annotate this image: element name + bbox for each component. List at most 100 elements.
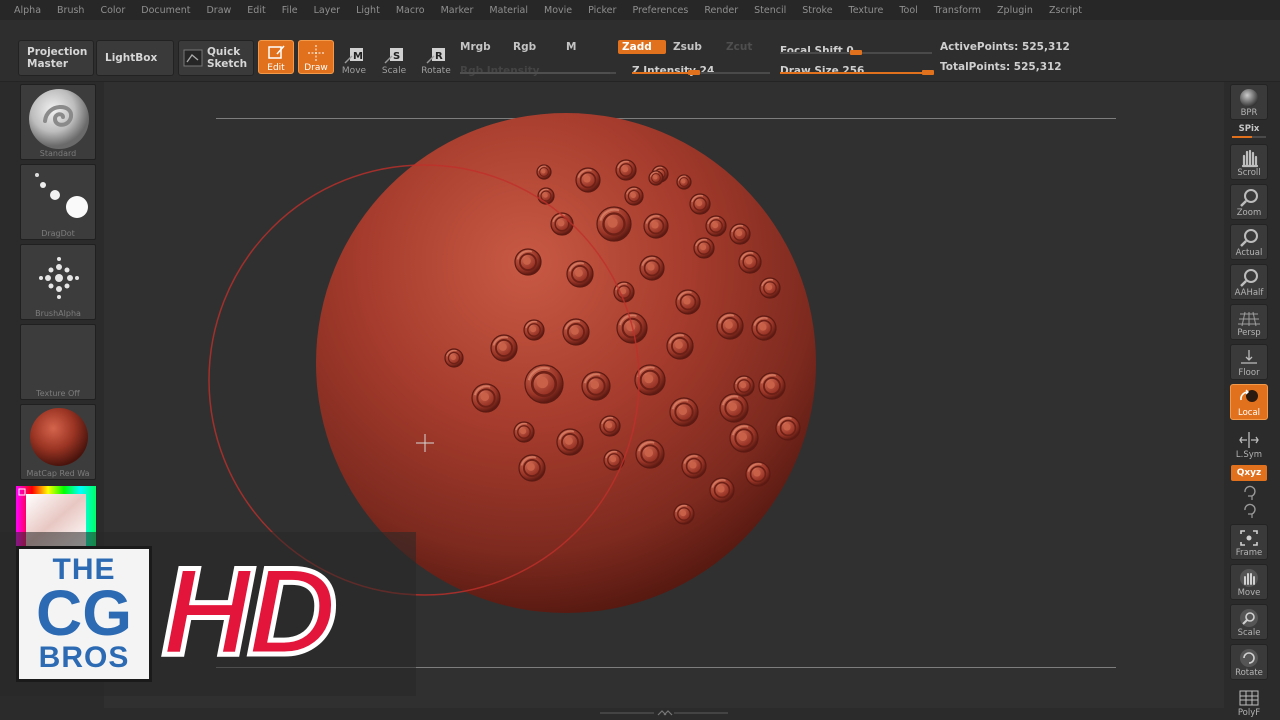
brush-alpha-icon: [39, 257, 79, 299]
standard-brush-icon: [29, 89, 89, 149]
floor-label: Floor: [1238, 368, 1260, 378]
alpha-name: BrushAlpha: [35, 309, 81, 318]
polyf-label: PolyF: [1237, 708, 1261, 718]
rotate-axis-icon[interactable]: [1240, 484, 1260, 520]
draw-button[interactable]: Draw: [298, 40, 334, 74]
focal-shift-slider[interactable]: Focal Shift 0: [780, 39, 932, 57]
edit-icon: [268, 45, 285, 59]
menu-item-transform[interactable]: Transform: [934, 5, 981, 16]
menu-item-edit[interactable]: Edit: [247, 5, 265, 16]
total-points-readout: TotalPoints: 525,312: [940, 61, 1062, 73]
m-toggle[interactable]: M: [566, 41, 576, 53]
rgb-toggle[interactable]: Rgb: [513, 41, 536, 53]
menu-item-marker[interactable]: Marker: [441, 5, 474, 16]
menu-item-stencil[interactable]: Stencil: [754, 5, 786, 16]
brush-selector[interactable]: Standard: [20, 84, 96, 160]
menu-item-color[interactable]: Color: [100, 5, 125, 16]
alpha-selector[interactable]: BrushAlpha: [20, 244, 96, 320]
zcut-toggle[interactable]: Zcut: [726, 41, 752, 53]
top-shelf: Projection Master LightBox Quick Sketch …: [0, 20, 1280, 82]
zoom-button[interactable]: Zoom: [1230, 184, 1268, 220]
menu-item-movie[interactable]: Movie: [544, 5, 572, 16]
rotate-view-icon: [1240, 649, 1258, 667]
menu-item-preferences[interactable]: Preferences: [632, 5, 688, 16]
menu-item-layer[interactable]: Layer: [314, 5, 341, 16]
local-transform-icon: [1240, 389, 1258, 402]
quick-sketch-icon: [183, 49, 203, 67]
z-intensity-label: Z Intensity 24: [632, 65, 715, 77]
menu-item-macro[interactable]: Macro: [396, 5, 425, 16]
qxyz-toggle[interactable]: Qxyz: [1231, 465, 1267, 481]
logo-line-cg: CG: [36, 577, 132, 649]
brush-name: Standard: [39, 149, 77, 158]
stroke-selector[interactable]: DragDot: [20, 164, 96, 240]
symmetry-icon: [1239, 432, 1259, 448]
floor-icon: [1241, 350, 1257, 364]
z-intensity-slider[interactable]: Z Intensity 24: [632, 59, 770, 77]
logo-line-bros: BROS: [38, 641, 130, 674]
menu-item-light[interactable]: Light: [356, 5, 380, 16]
frame-button[interactable]: Frame: [1230, 524, 1268, 560]
spix-slider[interactable]: SPix: [1230, 124, 1268, 140]
local-button[interactable]: Local: [1230, 384, 1268, 420]
edit-button[interactable]: Edit: [258, 40, 294, 74]
move-tool-button[interactable]: M Move: [336, 42, 372, 76]
persp-button[interactable]: Persp: [1230, 304, 1268, 340]
menu-item-draw[interactable]: Draw: [206, 5, 231, 16]
menu-item-file[interactable]: File: [282, 5, 298, 16]
texture-selector[interactable]: Texture Off: [20, 324, 96, 400]
polyf-button[interactable]: PolyF: [1230, 686, 1268, 720]
draw-size-label: Draw Size 256: [780, 65, 865, 77]
move-view-button[interactable]: Move: [1230, 564, 1268, 600]
menu-item-brush[interactable]: Brush: [57, 5, 84, 16]
stroke-name: DragDot: [41, 229, 75, 238]
mrgb-toggle[interactable]: Mrgb: [460, 41, 491, 53]
scale-tool-button[interactable]: S Scale: [376, 42, 412, 76]
rgb-intensity-slider[interactable]: Rgb Intensity: [460, 59, 616, 77]
scale-view-button[interactable]: Scale: [1230, 604, 1268, 640]
bpr-sphere-icon: [1240, 89, 1258, 107]
floor-button[interactable]: Floor: [1230, 344, 1268, 380]
projection-master-button[interactable]: Projection Master: [18, 40, 94, 76]
menu-item-alpha[interactable]: Alpha: [14, 5, 41, 16]
menu-item-texture[interactable]: Texture: [849, 5, 884, 16]
rotate-tool-button[interactable]: R Rotate: [418, 42, 454, 76]
aahalf-magnifier-icon: [1240, 269, 1258, 287]
move-tool-label: Move: [341, 66, 367, 76]
menu-item-document[interactable]: Document: [141, 5, 190, 16]
dragdot-stroke-icon: [35, 173, 88, 218]
menu-item-tool[interactable]: Tool: [899, 5, 917, 16]
menu-item-zplugin[interactable]: Zplugin: [997, 5, 1033, 16]
aahalf-label: AAHalf: [1234, 288, 1264, 298]
scroll-label: Scroll: [1237, 168, 1261, 178]
zsub-toggle[interactable]: Zsub: [673, 41, 702, 53]
draw-size-slider[interactable]: Draw Size 256: [780, 59, 934, 77]
rotate-view-label: Rotate: [1235, 668, 1263, 678]
persp-label: Persp: [1237, 328, 1261, 338]
zoom-label: Zoom: [1236, 208, 1262, 218]
move-view-label: Move: [1237, 588, 1261, 598]
lightbox-button[interactable]: LightBox: [96, 40, 174, 76]
lsym-label: L.Sym: [1235, 450, 1263, 460]
quick-sketch-button[interactable]: Quick Sketch: [178, 40, 254, 76]
local-label: Local: [1237, 408, 1261, 418]
bpr-button[interactable]: BPR: [1230, 84, 1268, 120]
actual-magnifier-icon: [1240, 229, 1258, 247]
menu-item-picker[interactable]: Picker: [588, 5, 616, 16]
actual-button[interactable]: Actual: [1230, 224, 1268, 260]
menu-item-zscript[interactable]: Zscript: [1049, 5, 1082, 16]
rotate-view-button[interactable]: Rotate: [1230, 644, 1268, 680]
material-selector[interactable]: MatCap Red Wa: [20, 404, 96, 480]
lightbox-label: LightBox: [105, 52, 158, 64]
edit-label: Edit: [267, 63, 285, 73]
rgb-intensity-label: Rgb Intensity: [460, 65, 540, 77]
scroll-button[interactable]: Scroll: [1230, 144, 1268, 180]
aahalf-button[interactable]: AAHalf: [1230, 264, 1268, 300]
scale-view-label: Scale: [1237, 628, 1261, 638]
menu-item-render[interactable]: Render: [704, 5, 738, 16]
zadd-toggle[interactable]: Zadd: [618, 40, 666, 54]
menu-item-stroke[interactable]: Stroke: [802, 5, 832, 16]
bottom-tray-handle-icon[interactable]: [600, 710, 728, 716]
menu-item-material[interactable]: Material: [489, 5, 528, 16]
lsym-button[interactable]: L.Sym: [1230, 428, 1268, 462]
